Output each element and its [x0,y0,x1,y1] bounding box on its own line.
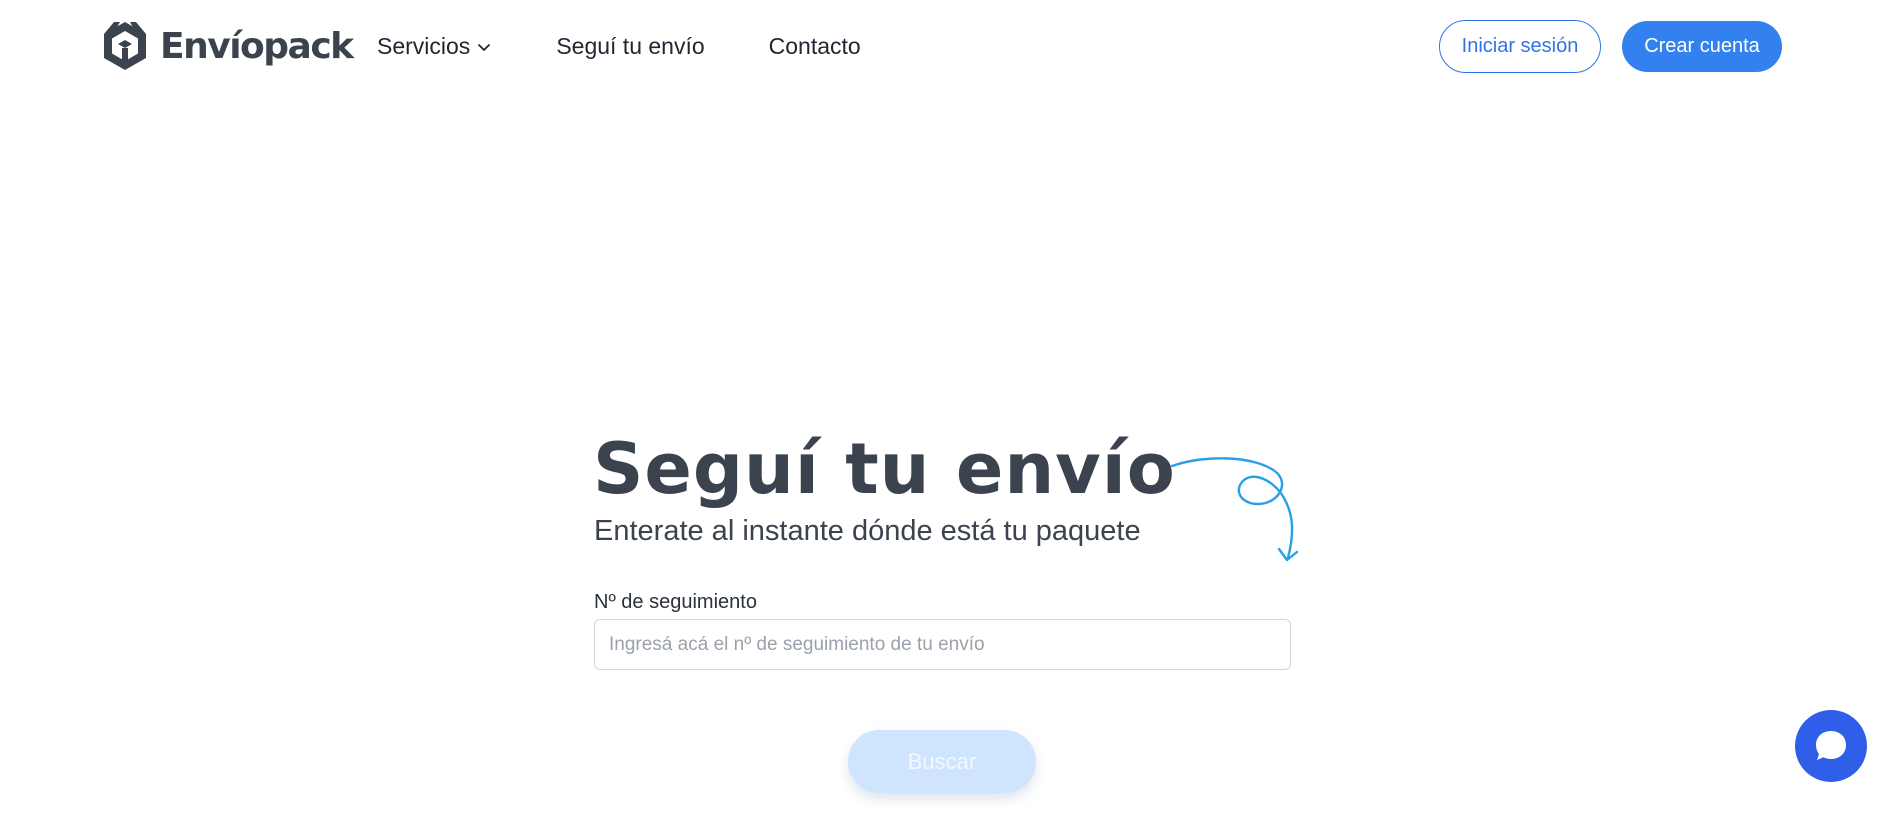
login-button[interactable]: Iniciar sesión [1439,20,1601,73]
tracking-number-label: Nº de seguimiento [594,591,757,613]
nav-item-services-label: Servicios [377,32,471,59]
signup-button[interactable]: Crear cuenta [1622,21,1782,72]
logo-link[interactable]: Envíopack [102,20,354,72]
page: Envíopack Servicios Seguí tu envío Conta… [0,0,1884,832]
nav-item-services[interactable]: Servicios [377,33,492,60]
logo-text: Envíopack [160,25,354,67]
main-nav: Servicios Seguí tu envío Contacto [377,28,861,64]
nav-item-track[interactable]: Seguí tu envío [556,33,704,60]
curly-arrow-icon [1170,457,1299,562]
chat-bubble-icon [1816,731,1846,760]
page-subtitle: Enterate al instante dónde está tu paque… [594,515,1141,547]
tracking-number-input[interactable] [594,619,1291,670]
chat-button[interactable] [1795,710,1867,782]
nav-item-contact[interactable]: Contacto [769,33,861,60]
chevron-down-icon [478,44,491,51]
site-header: Envíopack Servicios Seguí tu envío Conta… [0,0,1884,92]
page-title: Seguí tu envío [593,428,1176,510]
search-button[interactable]: Buscar [848,730,1036,793]
envopack-logo-icon [104,22,146,70]
